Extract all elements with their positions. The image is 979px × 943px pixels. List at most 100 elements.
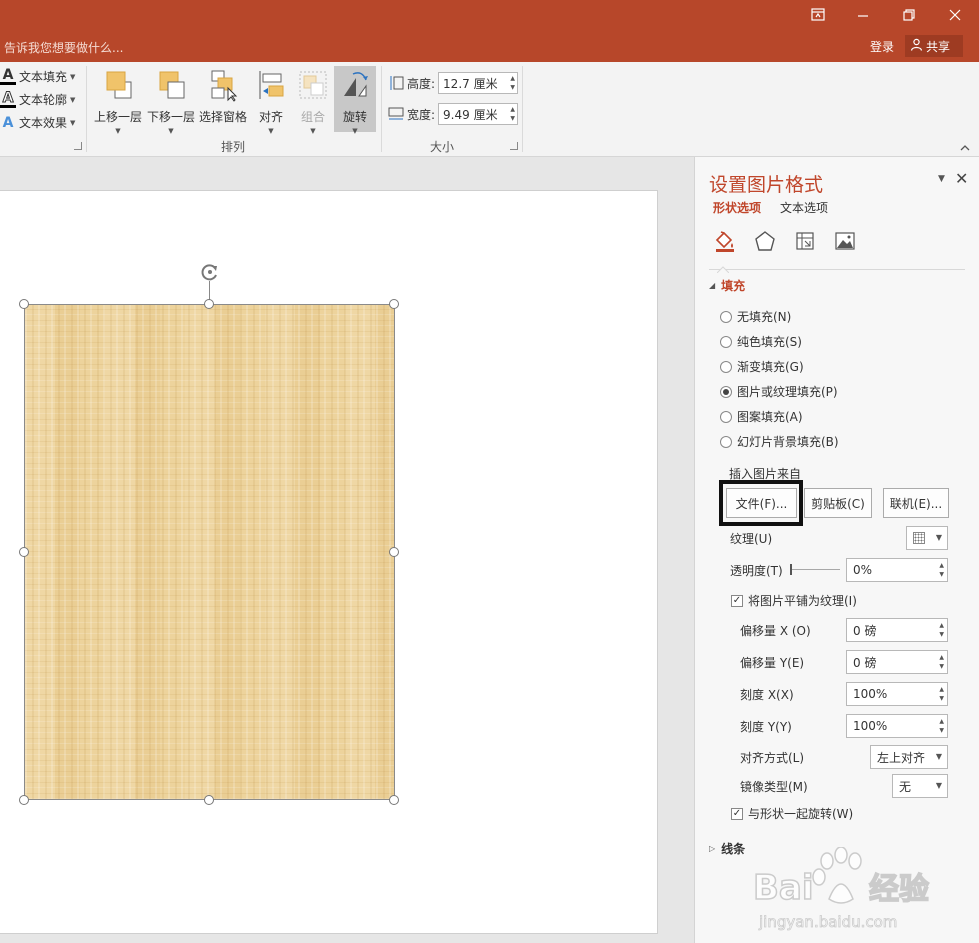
spin-arrows-icon[interactable]: ▲ ▼ [510, 105, 515, 123]
resize-handle-bottom-right[interactable] [389, 795, 399, 805]
group-button[interactable]: 组合 ▼ [295, 66, 331, 135]
radio-button[interactable] [720, 410, 732, 423]
spin-arrows-icon[interactable]: ▲ ▼ [939, 653, 944, 671]
slide-editing-area [0, 157, 694, 943]
resize-handle-bottom-center[interactable] [204, 795, 214, 805]
line-section-header[interactable]: ▷ 线条 [709, 840, 745, 857]
minimize-icon[interactable] [853, 6, 873, 24]
size-dialog-launcher-icon[interactable] [510, 142, 518, 150]
restore-icon[interactable] [899, 6, 919, 24]
share-button[interactable]: 共享 [905, 35, 963, 57]
radio-button[interactable] [720, 360, 732, 373]
radio-slide-background-fill[interactable]: 幻灯片背景填充(B) [720, 433, 839, 450]
spin-arrows-icon[interactable]: ▲ ▼ [939, 561, 944, 579]
rotate-icon [338, 68, 372, 102]
resize-handle-top-left[interactable] [19, 299, 29, 309]
width-input[interactable]: 9.49 厘米 ▲ ▼ [438, 103, 519, 125]
effects-icon[interactable] [753, 229, 777, 253]
radio-pattern-fill[interactable]: 图案填充(A) [720, 408, 803, 425]
bring-forward-button[interactable]: 上移一层 ▼ [93, 66, 143, 135]
offset-y-input[interactable]: 0 磅 ▲ ▼ [846, 650, 948, 674]
spin-arrows-icon[interactable]: ▲ ▼ [939, 717, 944, 735]
bring-forward-icon [101, 68, 135, 102]
pane-close-icon[interactable]: ✕ [955, 169, 968, 188]
rotate-with-shape-checkbox-row[interactable]: ✓ 与形状一起旋转(W) [731, 805, 853, 822]
close-icon[interactable] [945, 6, 965, 24]
ribbon-display-options-icon[interactable] [808, 6, 828, 24]
rotate-handle-icon[interactable] [199, 261, 221, 283]
clipboard-button[interactable]: 剪贴板(C) [804, 488, 872, 518]
file-button-highlight [719, 480, 803, 526]
scale-y-label: 刻度 Y(Y) [740, 720, 792, 734]
radio-button[interactable] [720, 310, 732, 323]
offset-x-label: 偏移量 X (O) [740, 624, 811, 638]
transparency-slider-thumb[interactable] [790, 564, 792, 575]
fill-line-icon[interactable] [713, 229, 737, 253]
align-icon [254, 68, 288, 102]
checkbox-checked[interactable]: ✓ [731, 807, 743, 820]
selection-pane-button[interactable]: 选择窗格 [199, 66, 247, 132]
texture-filled-picture[interactable] [24, 304, 395, 800]
align-button[interactable]: 对齐 ▼ [252, 66, 290, 135]
texture-picker[interactable]: ▼ [906, 526, 948, 550]
radio-button-selected[interactable] [720, 385, 732, 398]
mirror-type-select[interactable]: 无 ▼ [892, 774, 948, 798]
selected-tab-caret-icon [716, 262, 730, 274]
spin-arrows-icon[interactable]: ▲ ▼ [510, 74, 515, 92]
tab-text-options[interactable]: 文本选项 [780, 199, 828, 216]
format-picture-pane: 设置图片格式 ▼ ✕ 形状选项 文本选项 ◢ 填充 无填充(N) 纯色填充(S)… [694, 157, 979, 943]
online-button[interactable]: 联机(E)... [883, 488, 949, 518]
radio-solid-fill[interactable]: 纯色填充(S) [720, 333, 802, 350]
chevron-down-icon: ▼ [310, 127, 316, 135]
transparency-input[interactable]: 0% ▲ ▼ [846, 558, 948, 582]
resize-handle-middle-left[interactable] [19, 547, 29, 557]
scale-y-input[interactable]: 100% ▲ ▼ [846, 714, 948, 738]
chevron-down-icon: ▼ [115, 127, 121, 135]
height-input[interactable]: 12.7 厘米 ▲ ▼ [438, 72, 519, 94]
picture-icon[interactable] [833, 229, 857, 253]
radio-button[interactable] [720, 335, 732, 348]
text-fill-icon: A [0, 68, 16, 85]
tile-as-texture-checkbox-row[interactable]: ✓ 将图片平铺为纹理(I) [731, 592, 857, 609]
resize-handle-top-right[interactable] [389, 299, 399, 309]
collapse-ribbon-icon[interactable] [960, 142, 970, 152]
text-outline-button[interactable]: A 文本轮廓 ▼ [0, 90, 75, 108]
baidu-jingyan-watermark: Bai 经验 jingyan.baidu.com [751, 846, 951, 937]
resize-handle-top-center[interactable] [204, 299, 214, 309]
chevron-down-icon: ▼ [168, 127, 174, 135]
fill-section-header[interactable]: ◢ 填充 [709, 277, 745, 294]
wordart-dialog-launcher-icon[interactable] [74, 142, 82, 150]
resize-handle-middle-right[interactable] [389, 547, 399, 557]
radio-no-fill[interactable]: 无填充(N) [720, 308, 791, 325]
arrange-group-label: 排列 [221, 140, 246, 154]
radio-gradient-fill[interactable]: 渐变填充(G) [720, 358, 804, 375]
chevron-down-icon: ▼ [70, 118, 76, 127]
text-fill-button[interactable]: A 文本填充 ▼ [0, 68, 75, 85]
tell-me-search[interactable]: 告诉我您想要做什么... [4, 39, 123, 56]
tab-shape-options[interactable]: 形状选项 [713, 199, 761, 216]
text-outline-icon: A [0, 90, 16, 108]
size-group-label: 大小 [430, 140, 455, 154]
radio-button[interactable] [720, 435, 732, 448]
resize-handle-bottom-left[interactable] [19, 795, 29, 805]
size-properties-icon[interactable] [793, 229, 817, 253]
slide[interactable] [0, 190, 658, 934]
spin-arrows-icon[interactable]: ▲ ▼ [939, 621, 944, 639]
text-effect-button[interactable]: A 文本效果 ▼ [0, 114, 76, 131]
group-icon [296, 68, 330, 102]
scale-x-input[interactable]: 100% ▲ ▼ [846, 682, 948, 706]
transparency-slider-track[interactable] [792, 569, 840, 570]
rotate-button[interactable]: 旋转 ▼ [334, 66, 376, 135]
send-backward-button[interactable]: 下移一层 ▼ [146, 66, 196, 135]
alignment-select[interactable]: 左上对齐 ▼ [870, 745, 948, 769]
send-backward-icon [154, 68, 188, 102]
radio-picture-texture-fill[interactable]: 图片或纹理填充(P) [720, 383, 838, 400]
collapse-triangle-icon: ◢ [709, 281, 716, 290]
chevron-down-icon: ▼ [70, 72, 76, 81]
login-link[interactable]: 登录 [870, 38, 894, 55]
width-row: 宽度: 9.49 厘米 ▲ ▼ [388, 103, 519, 125]
spin-arrows-icon[interactable]: ▲ ▼ [939, 685, 944, 703]
offset-x-input[interactable]: 0 磅 ▲ ▼ [846, 618, 948, 642]
checkbox-checked[interactable]: ✓ [731, 594, 743, 607]
pane-options-icon[interactable]: ▼ [938, 174, 945, 184]
